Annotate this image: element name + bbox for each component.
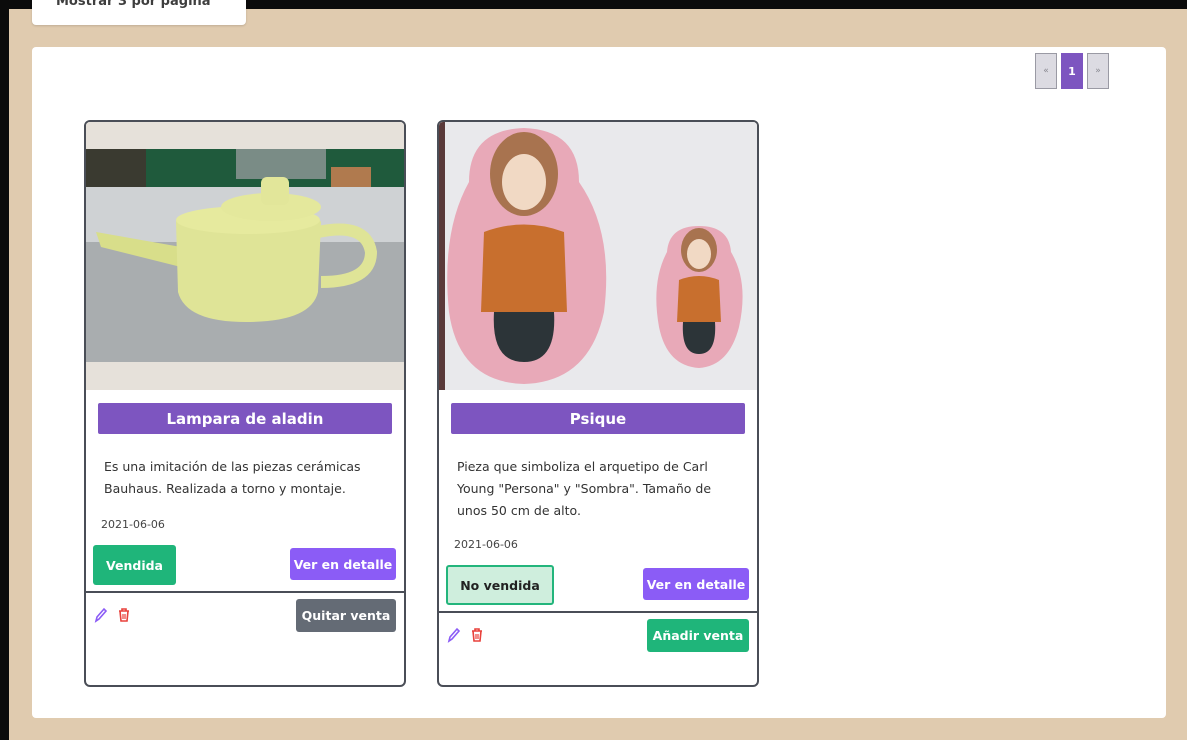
product-image (86, 122, 404, 390)
product-date: 2021-06-06 (101, 518, 165, 531)
pencil-icon[interactable] (94, 607, 108, 623)
product-description: Pieza que simboliza el arquetipo de Carl… (457, 459, 712, 518)
card-divider (86, 591, 404, 593)
pagination-prev[interactable]: « (1035, 53, 1057, 89)
trash-icon[interactable] (117, 607, 131, 623)
window-frame-left (0, 0, 9, 740)
view-detail-button[interactable]: Ver en detalle (643, 568, 749, 600)
status-unsold-button[interactable]: No vendida (446, 565, 554, 605)
card-divider (439, 611, 757, 613)
remove-sale-button[interactable]: Quitar venta (296, 599, 396, 632)
pagination-page-current[interactable]: 1 (1061, 53, 1083, 89)
pagination-next[interactable]: » (1087, 53, 1109, 89)
product-image (439, 122, 757, 390)
status-sold-button[interactable]: Vendida (93, 545, 176, 585)
product-card: Lampara de aladin Es una imitación de la… (84, 120, 406, 687)
pagination: « 1 » (1035, 53, 1109, 89)
pencil-icon[interactable] (447, 627, 461, 643)
nesting-dolls-photo (439, 122, 757, 390)
trash-icon[interactable] (470, 627, 484, 643)
product-description: Es una imitación de las piezas cerámicas… (104, 459, 361, 496)
view-detail-button[interactable]: Ver en detalle (290, 548, 396, 580)
per-page-select[interactable]: Mostrar 3 por página ˅ (32, 0, 246, 25)
product-title: Psique (451, 403, 745, 434)
product-title: Lampara de aladin (98, 403, 392, 434)
per-page-label: Mostrar 3 por página ˅ (56, 0, 222, 9)
product-date: 2021-06-06 (454, 538, 518, 551)
teapot-photo (86, 122, 404, 390)
add-sale-button[interactable]: Añadir venta (647, 619, 749, 652)
product-card: Psique Pieza que simboliza el arquetipo … (437, 120, 759, 687)
